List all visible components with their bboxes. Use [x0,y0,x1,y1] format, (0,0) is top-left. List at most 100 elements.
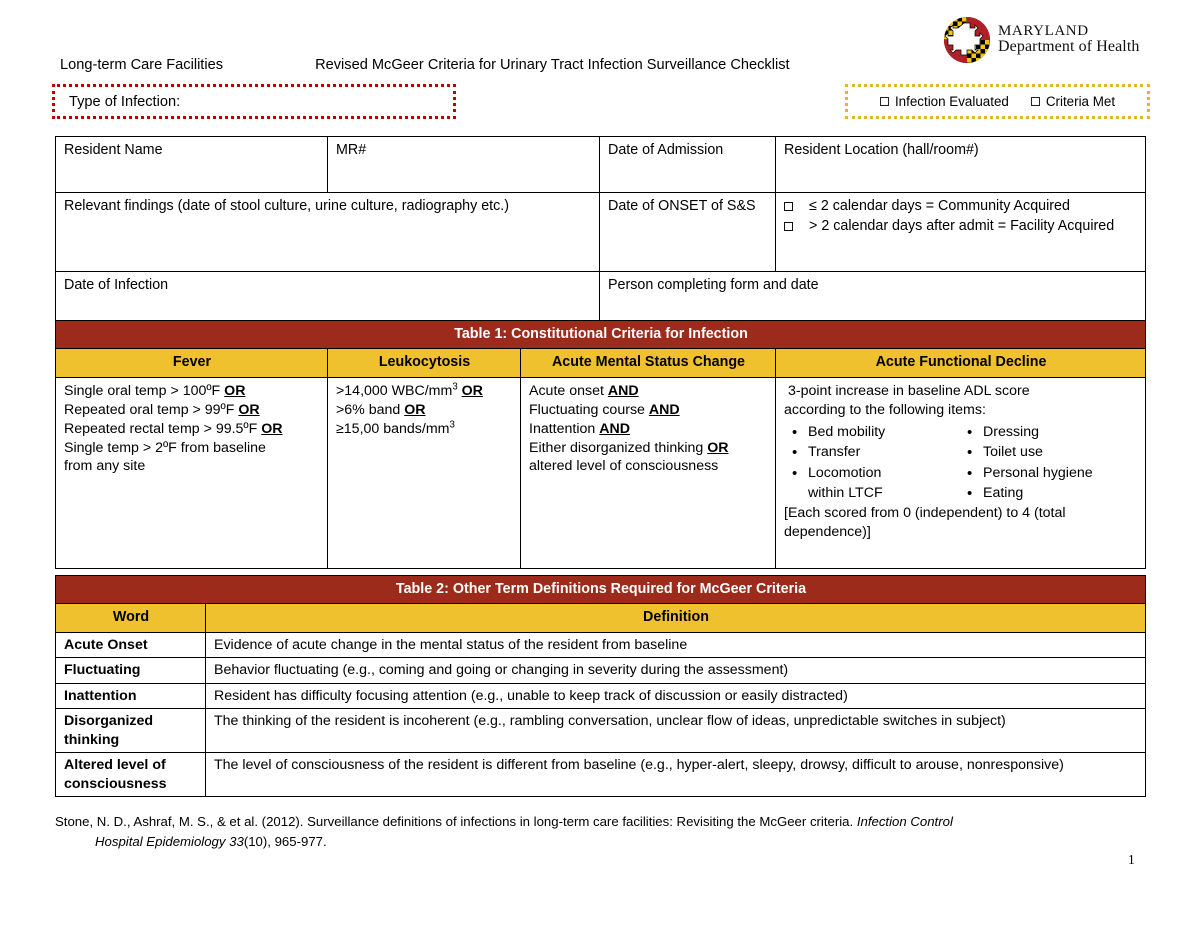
resident-name-cell[interactable]: Resident Name [55,136,328,193]
fever-criterion-text: Repeated rectal temp > 99.5ºF [64,420,262,437]
definition-text-cell: Behavior fluctuating (e.g., coming and g… [204,657,1147,684]
document-page: MARYLAND Department of Health Long-term … [0,0,1200,927]
mental-status-criterion-text: altered level of consciousness [529,458,719,475]
definition-word-cell: Fluctuating [55,657,206,684]
table-1-constitutional-criteria: Table 1: Constitutional Criteria for Inf… [54,319,1147,569]
fever-criterion-text: from any site [64,458,146,475]
table-1-header-row: Fever Leukocytosis Acute Mental Status C… [55,348,1147,378]
list-item: Eating [967,483,1138,504]
date-of-admission-cell[interactable]: Date of Admission [599,136,776,193]
checkbox-icon[interactable] [784,222,793,232]
citation-continuation: Hospital Epidemiology 33(10), 965-977. [55,832,1125,852]
relevant-findings-cell[interactable]: Relevant findings (date of stool culture… [55,192,600,272]
connector-or: OR [404,401,426,418]
mental-status-criterion-text: Acute onset [529,382,608,399]
date-of-admission-label: Date of Admission [608,142,724,158]
connector-or: OR [238,401,260,418]
list-item: Toilet use [967,442,1138,463]
page-title: Revised McGeer Criteria for Urinary Trac… [315,57,790,73]
leukocytosis-wbc-text: >14,000 WBC/mm [336,382,453,399]
list-item: Dressing [967,422,1138,443]
list-item: Personal hygiene [967,463,1138,484]
fever-criteria-cell: Single oral temp > 100ºF OR Repeated oral… [55,376,328,569]
table-row: Inattention Resident has difficulty focus… [55,682,1147,710]
leukocytosis-bands-text: ≥15,00 bands/mm [336,420,450,437]
facility-type-label: Long-term Care Facilities [60,57,224,73]
table-1-title: Table 1: Constitutional Criteria for Inf… [54,319,1147,350]
fever-criterion-line-2: Repeated oral temp > 99ºF OR [64,401,320,420]
checkbox-icon[interactable] [1030,97,1040,106]
definition-text-cell: Evidence of acute change in the mental s… [204,631,1147,659]
type-of-infection-field[interactable]: Type of Infection: [52,84,456,119]
connector-or: OR [224,382,246,399]
superscript-3: 3 [452,381,458,393]
adl-items-right-column: DressingToilet usePersonal hygieneEating [959,422,1138,505]
list-item: within LTCF [808,485,883,502]
citation-journal-part2: Hospital Epidemiology 33 [95,833,244,849]
mental-status-criterion-line-3: Inattention AND [529,420,768,439]
definition-word-cell: Acute Onset [55,631,206,659]
date-of-infection-cell[interactable]: Date of Infection [55,271,600,321]
definition-word-cell: Inattention [55,682,206,710]
onset-option-label: ≤ 2 calendar days = Community Acquired [809,198,1070,214]
list-item[interactable]: ≤ 2 calendar days = Community Acquired [784,198,1138,215]
connector-and: AND [648,401,680,418]
resident-info-table: Resident Name MR# Date of Admission Resi… [55,136,1146,321]
adl-footnote-line-2: dependence)] [784,523,871,540]
functional-decline-criteria-cell: 3-point increase in baseline ADL score a… [774,376,1147,569]
relevant-findings-label: Relevant findings (date of stool culture… [64,198,510,214]
fever-criterion-line-3: Repeated rectal temp > 99.5ºF OR [64,420,320,439]
table-row: Relevant findings (date of stool culture… [55,192,1146,272]
date-of-infection-label: Date of Infection [64,277,169,293]
superscript-3: 3 [449,418,455,430]
resident-location-cell[interactable]: Resident Location (hall/room#) [775,136,1146,193]
checkbox-icon[interactable] [879,97,889,106]
column-header-definition: Definition [204,603,1147,633]
connector-and: AND [607,382,639,399]
date-of-onset-cell[interactable]: Date of ONSET of S&S [599,192,776,272]
mental-status-criterion-line-1: Acute onset AND [529,382,768,401]
mental-status-criteria-cell: Acute onset AND Fluctuating course AND Ina… [520,376,776,569]
logo-subtitle-department: Department of Health [998,38,1140,56]
type-of-infection-label: Type of Infection: [69,93,181,110]
connector-and: AND [599,420,630,437]
list-item: Transfer [792,442,959,463]
infection-evaluated-label: Infection Evaluated [894,94,1009,109]
column-header-word: Word [55,603,206,633]
person-completing-label: Person completing form and date [608,277,819,293]
fever-criterion-line-1: Single oral temp > 100ºF OR [64,382,320,401]
resident-location-label: Resident Location (hall/room#) [784,142,979,158]
column-header-acute-functional-decline: Acute Functional Decline [774,348,1147,378]
mental-status-criterion-text: Fluctuating course [529,401,649,418]
criteria-met-checkbox-group[interactable]: Criteria Met [1030,94,1116,109]
adl-footnote-line-1: [Each scored from 0 (independent) to 4 (… [784,505,1066,521]
mental-status-criterion-line-5: altered level of consciousness [529,457,768,476]
page-number: 1 [1128,852,1135,867]
definition-text-cell: The level of consciousness of the reside… [204,752,1147,798]
table-row: Single oral temp > 100ºF OR Repeated oral… [55,376,1147,569]
mr-number-cell[interactable]: MR# [327,136,600,193]
citation-reference: Stone, N. D., Ashraf, M. S., & et al. (2… [55,812,1125,852]
infection-evaluated-checkbox-group[interactable]: Infection Evaluated [879,94,1009,109]
definition-word-cell: Disorganized thinking [55,708,206,754]
criteria-met-label: Criteria Met [1045,94,1116,109]
table-row: Resident Name MR# Date of Admission Resi… [55,136,1146,193]
adl-intro-line-1: 3-point increase in baseline ADL score [788,382,1030,399]
table-row: Fluctuating Behavior fluctuating (e.g., c… [55,657,1147,684]
citation-text: Stone, N. D., Ashraf, M. S., & et al. (2… [55,814,857,829]
table-row: Altered level of consciousness The level … [55,752,1147,798]
connector-or: OR [707,439,729,456]
list-item[interactable]: > 2 calendar days after admit = Facility… [784,218,1138,235]
onset-option-label: > 2 calendar days after admit = Facility… [809,218,1115,235]
document-header-line: Long-term Care Facilities Revised McGeer… [60,57,1140,73]
fever-criterion-text: Single oral temp > 100ºF [64,382,225,399]
table-row: Disorganized thinking The thinking of the… [55,708,1147,754]
leukocytosis-line-2: >6% band OR [336,401,513,420]
leukocytosis-line-1: >14,000 WBC/mm3 OR [336,382,513,401]
person-completing-cell[interactable]: Person completing form and date [599,271,1146,321]
leukocytosis-line-3: ≥15,00 bands/mm3 [336,420,513,439]
checkbox-icon[interactable] [784,202,793,211]
fever-criterion-text: Repeated oral temp > 99ºF [64,401,239,418]
table-row: Acute Onset Evidence of acute change in t… [55,631,1147,659]
list-item: Locomotion [792,463,959,484]
